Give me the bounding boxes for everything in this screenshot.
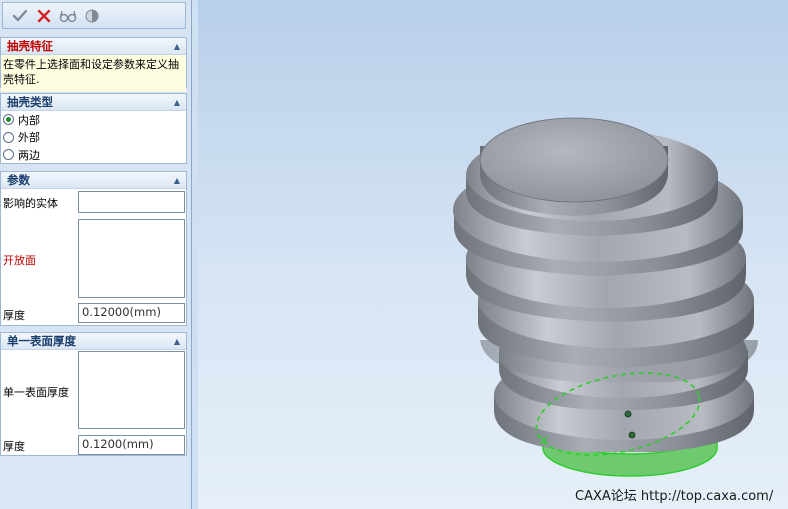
- single-surface-section: 单一表面厚度 ▲ 单一表面厚度 厚度 0.1200(mm): [0, 332, 187, 456]
- parameters-header[interactable]: 参数 ▲: [1, 172, 186, 189]
- parameters-title: 参数: [7, 173, 30, 187]
- shell-type-title: 抽壳类型: [7, 95, 53, 109]
- forum-watermark: CAXA论坛 http://top.caxa.com/: [575, 489, 774, 504]
- shell-feature-header[interactable]: 抽壳特征 ▲: [1, 38, 186, 55]
- shell-type-section: 抽壳类型 ▲ 内部 外部 两边: [0, 93, 187, 164]
- glasses-icon: [59, 10, 77, 22]
- radio-label: 内部: [18, 113, 40, 127]
- thickness-input[interactable]: 0.12000(mm): [78, 303, 185, 323]
- cross-icon: [37, 9, 51, 22]
- collapse-icon[interactable]: ▲: [174, 337, 180, 346]
- affected-body-value: [79, 192, 184, 194]
- confirm-button[interactable]: [11, 7, 29, 25]
- open-face-label: 开放面: [3, 254, 36, 267]
- single-surface-list[interactable]: [78, 351, 185, 429]
- shell-feature-description: 在零件上选择面和设定参数来定义抽壳特征.: [1, 55, 186, 92]
- radio-inner[interactable]: 内部: [1, 111, 186, 129]
- cancel-button[interactable]: [35, 7, 53, 25]
- shade-button[interactable]: [83, 7, 101, 25]
- parameters-section: 参数 ▲ 影响的实体 开放面 厚度 0.12000(mm): [0, 171, 187, 326]
- panel-empty-area: [0, 457, 187, 509]
- affected-body-field[interactable]: [78, 191, 185, 213]
- shell-feature-section: 抽壳特征 ▲ 在零件上选择面和设定参数来定义抽壳特征.: [0, 37, 187, 92]
- thickness-value: 0.12000(mm): [82, 305, 161, 319]
- collapse-icon[interactable]: ▲: [174, 98, 180, 107]
- single-thickness-value: 0.1200(mm): [82, 437, 154, 451]
- radio-outer[interactable]: 外部: [1, 129, 186, 147]
- checkmark-icon: [12, 9, 28, 21]
- radio-label: 外部: [18, 131, 40, 145]
- radio-button[interactable]: [3, 149, 14, 161]
- radio-button-selected[interactable]: [3, 114, 14, 126]
- half-sphere-icon: [85, 9, 99, 22]
- shell-type-header[interactable]: 抽壳类型 ▲: [1, 94, 186, 111]
- radio-both[interactable]: 两边: [1, 146, 186, 164]
- 3d-viewport[interactable]: [198, 0, 788, 509]
- property-panel: 抽壳特征 ▲ 在零件上选择面和设定参数来定义抽壳特征. 抽壳类型 ▲ 内部 外部…: [0, 0, 192, 509]
- preview-button[interactable]: [59, 7, 77, 25]
- single-surface-header[interactable]: 单一表面厚度 ▲: [1, 333, 186, 350]
- radio-button[interactable]: [3, 131, 14, 143]
- selection-point[interactable]: [628, 431, 636, 439]
- open-face-list[interactable]: [78, 219, 185, 298]
- single-thickness-input[interactable]: 0.1200(mm): [78, 435, 185, 455]
- shell-feature-title: 抽壳特征: [7, 39, 53, 53]
- thickness-label: 厚度: [3, 309, 25, 322]
- single-surface-label: 单一表面厚度: [3, 386, 69, 399]
- single-thickness-label: 厚度: [3, 440, 25, 453]
- panel-toolbar: [2, 2, 186, 29]
- selection-point[interactable]: [624, 410, 632, 418]
- top-face[interactable]: [479, 117, 669, 203]
- single-surface-title: 单一表面厚度: [7, 334, 76, 348]
- affected-body-label: 影响的实体: [3, 197, 58, 210]
- collapse-icon[interactable]: ▲: [174, 42, 180, 51]
- bellows-part-model[interactable]: [198, 0, 788, 509]
- radio-label: 两边: [18, 148, 40, 162]
- collapse-icon[interactable]: ▲: [174, 176, 180, 185]
